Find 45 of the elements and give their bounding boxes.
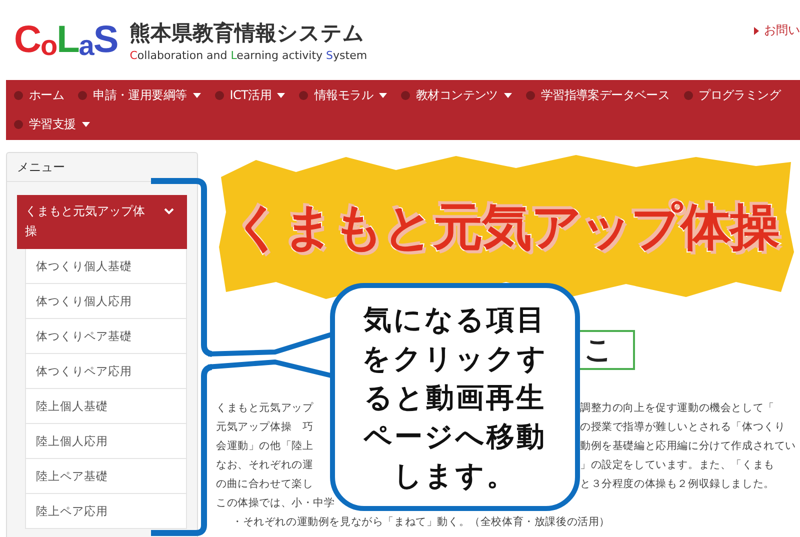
nav-item[interactable]: 学習支援 bbox=[14, 110, 104, 139]
menu-item[interactable]: 陸上個人基礎 bbox=[25, 389, 187, 424]
menu-item[interactable]: 体つくり個人基礎 bbox=[25, 249, 187, 284]
menu-section[interactable]: くまもと元気アップ体操 bbox=[17, 195, 187, 249]
body-text: くまもと元気アップ bbox=[216, 400, 314, 414]
bullet-icon bbox=[14, 91, 23, 100]
menu-item[interactable]: 体つくりペア基礎 bbox=[25, 319, 187, 354]
menu-item[interactable]: 陸上個人応用 bbox=[25, 424, 187, 459]
sidebar-title: メニュー bbox=[7, 153, 197, 182]
bullet-icon bbox=[214, 91, 224, 100]
bullet-icon bbox=[684, 91, 693, 100]
body-text: の曲に合わせて楽し bbox=[216, 476, 314, 490]
menu-item[interactable]: 陸上ペア応用 bbox=[25, 494, 187, 529]
site-title: 熊本県教育情報システム bbox=[130, 20, 366, 46]
bullet-icon bbox=[400, 91, 410, 100]
banner: くまもと元気アップ体操 bbox=[216, 152, 796, 302]
nav-item[interactable]: ICT活用 bbox=[214, 81, 300, 110]
body-text: なお、それぞれの運 bbox=[216, 458, 314, 472]
body-text: ・それぞれの運動例を見ながら「まねて」動く。（全校体育・放課後の活用） bbox=[231, 514, 610, 528]
menu-item[interactable]: 体つくり個人応用 bbox=[25, 284, 187, 319]
body-text: 会運動」の他「陸上 bbox=[216, 438, 314, 452]
triangle-icon bbox=[754, 26, 759, 34]
logo[interactable]: CoLaS bbox=[14, 18, 118, 62]
bullet-icon bbox=[78, 91, 88, 100]
body-text: 動例を基礎編と応用編に分けて作成されてい bbox=[580, 438, 796, 452]
bullet-icon bbox=[14, 120, 23, 129]
nav-item[interactable]: 申請・運用要綱等 bbox=[78, 81, 215, 110]
nav-item[interactable]: ホーム bbox=[14, 81, 78, 110]
nav-item[interactable]: 教材コンテンツ bbox=[400, 81, 526, 110]
callout-text: 気になる項目 をクリックす ると動画再生 ページへ移動 します。 bbox=[362, 302, 548, 494]
nav-item[interactable]: 情報モラル bbox=[299, 81, 401, 110]
menu-item[interactable]: 体つくりペア応用 bbox=[25, 354, 187, 389]
nav-item[interactable]: プログラミング bbox=[684, 81, 794, 110]
body-text: 元気アップ体操 巧 bbox=[216, 420, 314, 434]
body-text: 調整力の向上を促す運動の機会として「 bbox=[580, 400, 774, 414]
nav-item[interactable]: 学習指導案データベース bbox=[526, 81, 684, 110]
body-text: 」の設定をしています。また、「くまも bbox=[580, 458, 774, 472]
bullet-icon bbox=[299, 91, 308, 100]
site-subtitle: Collaboration and Learning activity System bbox=[130, 48, 368, 62]
body-text: と３分程度の体操も２例収録しました。 bbox=[580, 476, 774, 490]
bullet-icon bbox=[526, 91, 535, 100]
menu-item[interactable]: 陸上ペア基礎 bbox=[25, 459, 187, 494]
body-text: この体操では、小・中学 bbox=[216, 496, 335, 510]
contact-link[interactable]: お問い bbox=[754, 22, 800, 39]
body-text: の授業で指導が難しいとされる「体つくり bbox=[580, 420, 786, 434]
